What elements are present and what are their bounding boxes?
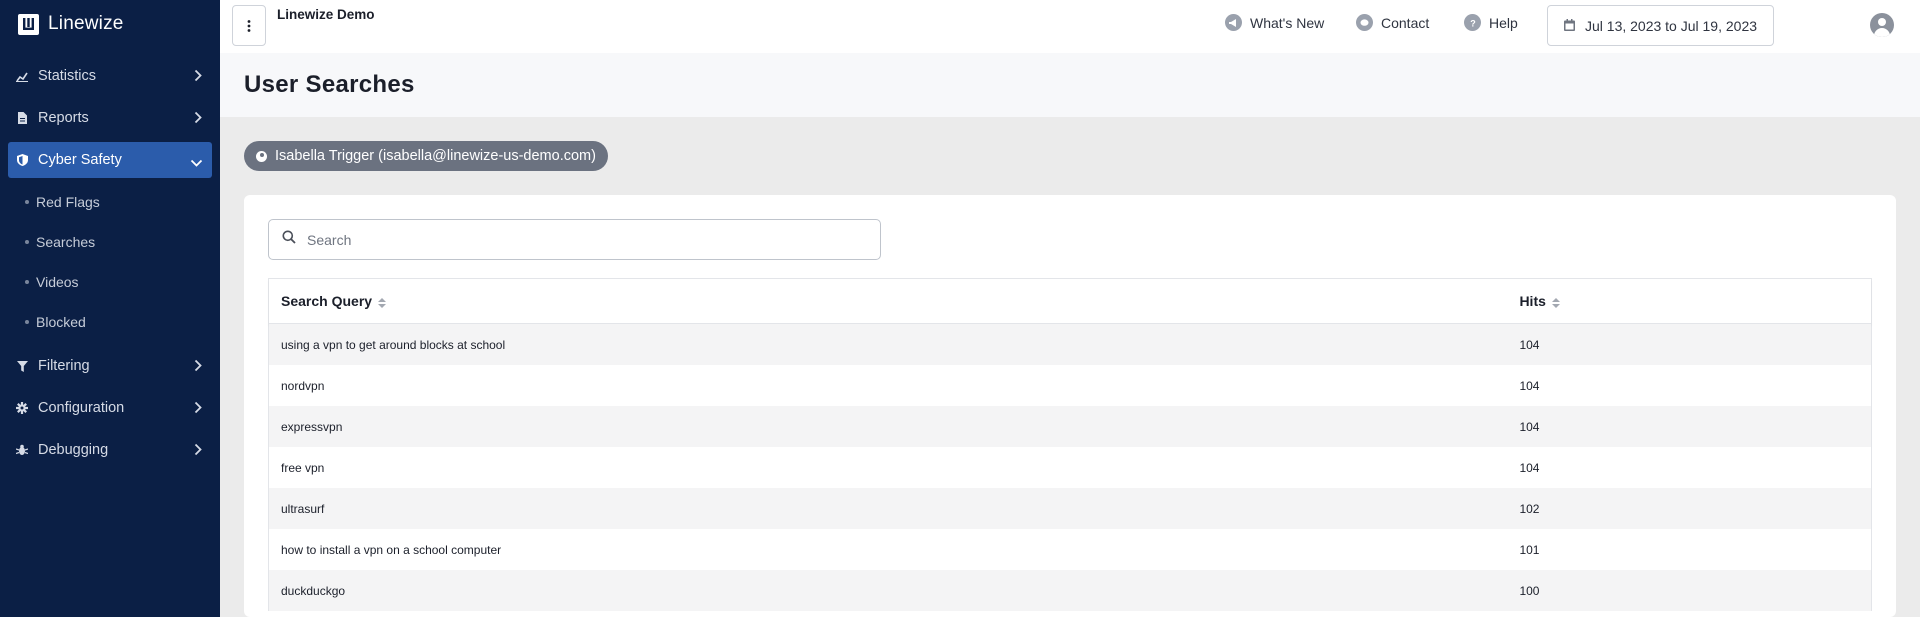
svg-text:?: ? [1470,18,1476,28]
sidebar-item-reports[interactable]: Reports [8,100,212,136]
calendar-icon [1564,18,1575,34]
table-row[interactable]: duckduckgo 100 [269,570,1871,611]
contact-label: Contact [1381,14,1430,31]
user-icon [256,150,267,162]
sidebar-item-label: Cyber Safety [38,152,122,168]
column-header-label: Hits [1519,293,1546,309]
sidebar-subitem-label: Searches [36,234,96,250]
searches-card: Search Query Hits using a vpn to get aro… [244,195,1896,617]
user-filter-chip[interactable]: Isabella Trigger (isabella@linewize-us-d… [244,141,608,171]
brand-logo[interactable]: Linewize [0,0,220,48]
sidebar-subitem-label: Videos [36,274,79,290]
bullet-icon [25,240,29,244]
user-avatar-icon[interactable] [1870,13,1894,37]
bullet-icon [25,320,29,324]
sidebar-item-label: Debugging [38,442,109,458]
hits-cell: 101 [1519,542,1540,557]
help-link[interactable]: ? Help [1464,14,1518,31]
user-filter-label: Isabella Trigger (isabella@linewize-us-d… [275,148,596,164]
table-row[interactable]: using a vpn to get around blocks at scho… [269,324,1871,365]
sidebar-subitem-blocked[interactable]: Blocked [0,302,220,342]
hits-cell: 104 [1519,337,1540,352]
linewize-logo-icon [18,13,39,35]
chevron-right-icon [194,443,202,460]
document-icon [16,112,28,124]
sidebar: Linewize Statistics Reports Cyber Safety… [0,0,220,617]
sidebar-item-label: Statistics [38,68,97,84]
chevron-right-icon [194,401,202,418]
hits-cell: 100 [1519,583,1540,598]
help-label: Help [1489,14,1518,31]
page-title: User Searches [244,71,415,98]
sidebar-item-label: Reports [38,110,89,126]
whats-new-label: What's New [1250,14,1325,31]
sidebar-subitem-searches[interactable]: Searches [0,222,220,262]
help-icon: ? [1464,14,1481,31]
shield-icon [16,154,28,166]
search-box[interactable] [268,219,881,260]
top-bar: Linewize Demo What's New Contact ? Help … [220,0,1920,53]
search-queries-table: Search Query Hits using a vpn to get aro… [268,278,1872,611]
sidebar-subitem-label: Blocked [36,314,86,330]
sidebar-item-filtering[interactable]: Filtering [8,348,212,384]
column-header-search-query[interactable]: Search Query [269,293,1511,309]
vertical-dots-icon [247,19,251,32]
sidebar-nav: Statistics Reports Cyber Safety Red Flag… [0,58,220,468]
gear-icon [16,402,28,414]
chevron-down-icon [190,155,203,171]
sidebar-subitem-red-flags[interactable]: Red Flags [0,182,220,222]
chevron-right-icon [194,69,202,86]
sort-icon [378,297,387,308]
column-header-label: Search Query [281,293,373,309]
sidebar-item-label: Configuration [38,400,125,416]
column-header-hits[interactable]: Hits [1511,293,1871,309]
chevron-right-icon [194,359,202,376]
sidebar-subitem-label: Red Flags [36,194,100,210]
brand-name: Linewize [48,13,124,34]
megaphone-icon [1225,14,1242,31]
query-cell: nordvpn [281,378,325,393]
hits-cell: 104 [1519,460,1540,475]
query-cell: expressvpn [281,419,343,434]
table-header: Search Query Hits [269,279,1871,324]
date-range-picker[interactable]: Jul 13, 2023 to Jul 19, 2023 [1547,5,1774,46]
cyber-safety-submenu: Red Flags Searches Videos Blocked [0,182,220,342]
table-body: using a vpn to get around blocks at scho… [269,324,1871,611]
bullet-icon [25,280,29,284]
filter-icon [16,360,28,372]
table-row[interactable]: expressvpn 104 [269,406,1871,447]
query-cell: free vpn [281,460,325,475]
sidebar-item-statistics[interactable]: Statistics [8,58,212,94]
chat-bubble-icon [1356,14,1373,31]
query-cell: duckduckgo [281,583,346,598]
sidebar-item-configuration[interactable]: Configuration [8,390,212,426]
search-input[interactable] [307,231,867,248]
whats-new-link[interactable]: What's New [1225,14,1324,31]
hits-cell: 104 [1519,378,1540,393]
date-range-label: Jul 13, 2023 to Jul 19, 2023 [1585,17,1758,34]
bullet-icon [25,200,29,204]
sort-icon [1551,297,1560,308]
page-header: User Searches [220,53,1920,117]
chevron-right-icon [194,111,202,128]
query-cell: how to install a vpn on a school compute… [281,542,502,557]
chart-icon [16,70,28,82]
table-row[interactable]: free vpn 104 [269,447,1871,488]
hits-cell: 102 [1519,501,1540,516]
bug-icon [16,444,28,456]
search-icon [282,230,296,249]
query-cell: using a vpn to get around blocks at scho… [281,337,506,352]
table-row[interactable]: how to install a vpn on a school compute… [269,529,1871,570]
sidebar-subitem-videos[interactable]: Videos [0,262,220,302]
sidebar-item-debugging[interactable]: Debugging [8,432,212,468]
more-menu-button[interactable] [232,5,266,46]
table-row[interactable]: nordvpn 104 [269,365,1871,406]
hits-cell: 104 [1519,419,1540,434]
contact-link[interactable]: Contact [1356,14,1429,31]
organization-name: Linewize Demo [277,7,375,22]
table-row[interactable]: ultrasurf 102 [269,488,1871,529]
sidebar-item-label: Filtering [38,358,90,374]
query-cell: ultrasurf [281,501,325,516]
sidebar-item-cyber-safety[interactable]: Cyber Safety [8,142,212,178]
